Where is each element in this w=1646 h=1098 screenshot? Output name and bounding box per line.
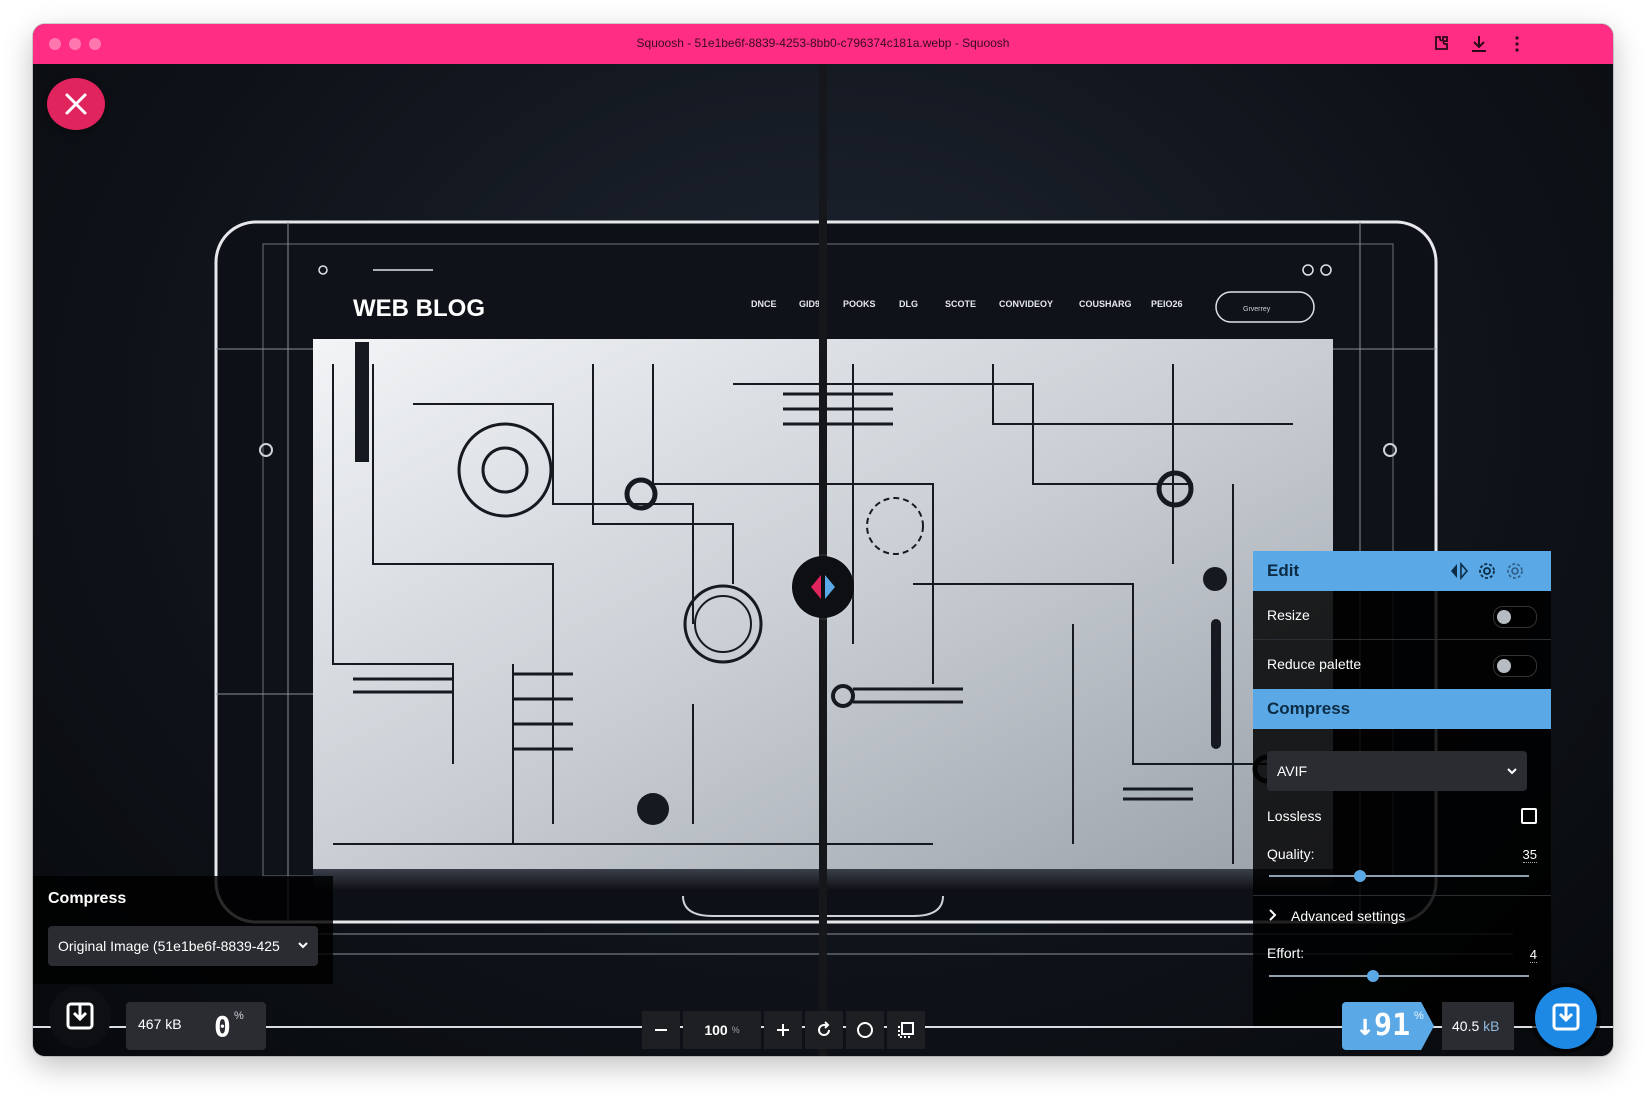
plus-icon [777, 1024, 789, 1036]
compressed-stats: ↓91 % 40.5 kB [1342, 1002, 1514, 1050]
effort-label: Effort: [1267, 945, 1305, 961]
zoom-unit: % [731, 1025, 740, 1035]
close-button[interactable] [47, 78, 105, 130]
advanced-settings-toggle[interactable]: Advanced settings [1291, 908, 1405, 924]
compressed-size: 40.5 kB [1442, 1002, 1514, 1050]
savings-percent-symbol: % [1414, 1010, 1424, 1022]
settings-icon[interactable] [1477, 561, 1497, 581]
chevron-right-icon[interactable] [1267, 908, 1279, 922]
preview-nav-item: CONVIDEOY [999, 299, 1053, 309]
savings-percent: ↓91 [1356, 1008, 1411, 1043]
edit-title: Edit [1267, 561, 1300, 580]
compress-header: Compress [1253, 689, 1551, 729]
app-window: Squoosh - 51e1be6f-8839-4253-8bb0-c79637… [33, 24, 1613, 1056]
edit-header: Edit [1253, 551, 1551, 591]
resize-toggle-knob [1497, 610, 1511, 624]
crop-button[interactable] [887, 1011, 925, 1049]
minus-icon [655, 1029, 667, 1031]
chevron-down-icon [1507, 768, 1517, 775]
preview-nav-item: DNCE [751, 299, 777, 309]
preview-nav-item: POOKS [843, 299, 876, 309]
crop-icon [898, 1022, 914, 1038]
settings-panel: Edit Resize Reduce palette Compress AVIF… [1253, 551, 1551, 1028]
effort-slider-track[interactable] [1269, 975, 1529, 977]
zoom-value: 100 [704, 1022, 728, 1038]
original-panel: Compress Original Image (51e1be6f-8839-4… [33, 876, 333, 984]
original-percent-symbol: % [234, 1010, 244, 1022]
format-select[interactable]: AVIF [1267, 751, 1527, 791]
compressed-size-value: 40.5 [1452, 1018, 1480, 1034]
zoom-out-button[interactable] [642, 1011, 680, 1049]
effort-slider-thumb[interactable] [1367, 970, 1379, 982]
compress-title: Compress [1267, 699, 1351, 718]
preview-nav-item: DLG [899, 299, 918, 309]
source-select[interactable]: Original Image (51e1be6f-8839-425 [48, 926, 318, 966]
rotate-button[interactable] [805, 1011, 843, 1049]
preview-button: Grverrey [1243, 306, 1271, 313]
preview-nav-item: COUSHARG [1079, 299, 1132, 309]
compressed-size-unit: kB [1483, 1018, 1500, 1034]
download-icon [1552, 1003, 1580, 1031]
download-icon[interactable] [1467, 32, 1491, 56]
zoom-in-button[interactable] [764, 1011, 802, 1049]
zoom-toolbar: 100 % [642, 1011, 925, 1049]
resize-toggle[interactable] [1493, 606, 1537, 628]
zoom-input[interactable]: 100 % [683, 1011, 761, 1049]
chevron-down-icon [298, 942, 308, 949]
download-icon [66, 1002, 94, 1030]
reduce-palette-label: Reduce palette [1267, 656, 1362, 672]
split-arrows-icon [811, 575, 835, 599]
download-compressed-button[interactable] [1535, 987, 1597, 1049]
resize-label: Resize [1267, 607, 1310, 623]
divider [1253, 639, 1551, 640]
lossless-label: Lossless [1267, 808, 1322, 824]
extension-icon[interactable] [1429, 32, 1453, 56]
flip-icon[interactable] [1449, 562, 1469, 580]
more-vert-icon[interactable] [1505, 32, 1529, 56]
savings-badge: ↓91 % [1342, 1002, 1434, 1050]
original-compress-heading: Compress [48, 890, 127, 907]
close-icon [65, 93, 87, 115]
reduce-palette-toggle[interactable] [1493, 655, 1537, 677]
source-select-value: Original Image (51e1be6f-8839-425 [58, 938, 280, 954]
settings-gear-icon[interactable] [1505, 561, 1525, 581]
format-value: AVIF [1277, 763, 1308, 779]
quality-slider-track[interactable] [1269, 875, 1529, 877]
reduce-palette-toggle-knob [1497, 659, 1511, 673]
quality-value[interactable]: 35 [1522, 847, 1537, 863]
image-stage[interactable]: WEB BLOG DNCE GID9 POOKS DLG SCOTE CONVI… [33, 64, 1613, 1056]
quality-label: Quality: [1267, 846, 1315, 862]
original-size: 467 kB [138, 1016, 182, 1032]
quality-slider-thumb[interactable] [1354, 870, 1366, 882]
lossless-checkbox[interactable] [1521, 808, 1537, 824]
preview-nav-item: SCOTE [945, 299, 976, 309]
download-original-button[interactable] [49, 986, 111, 1048]
effort-value[interactable]: 4 [1529, 947, 1537, 963]
divider [1253, 895, 1551, 896]
circle-icon [857, 1022, 873, 1038]
title-bar: Squoosh - 51e1be6f-8839-4253-8bb0-c79637… [33, 24, 1613, 64]
split-handle[interactable] [792, 556, 854, 618]
preview-nav-item: PEIO26 [1151, 299, 1183, 309]
original-stats: 467 kB 0 % [126, 1002, 266, 1050]
preview-brand: WEB BLOG [353, 295, 485, 322]
background-toggle-button[interactable] [846, 1011, 884, 1049]
preview-nav-item: GID9 [799, 299, 820, 309]
rotate-icon [818, 1021, 830, 1036]
window-title: Squoosh - 51e1be6f-8839-4253-8bb0-c79637… [636, 36, 1010, 50]
original-percent: 0 [214, 1010, 231, 1043]
preview-nav: DNCE GID9 POOKS DLG SCOTE CONVIDEOY COUS… [751, 299, 1183, 309]
